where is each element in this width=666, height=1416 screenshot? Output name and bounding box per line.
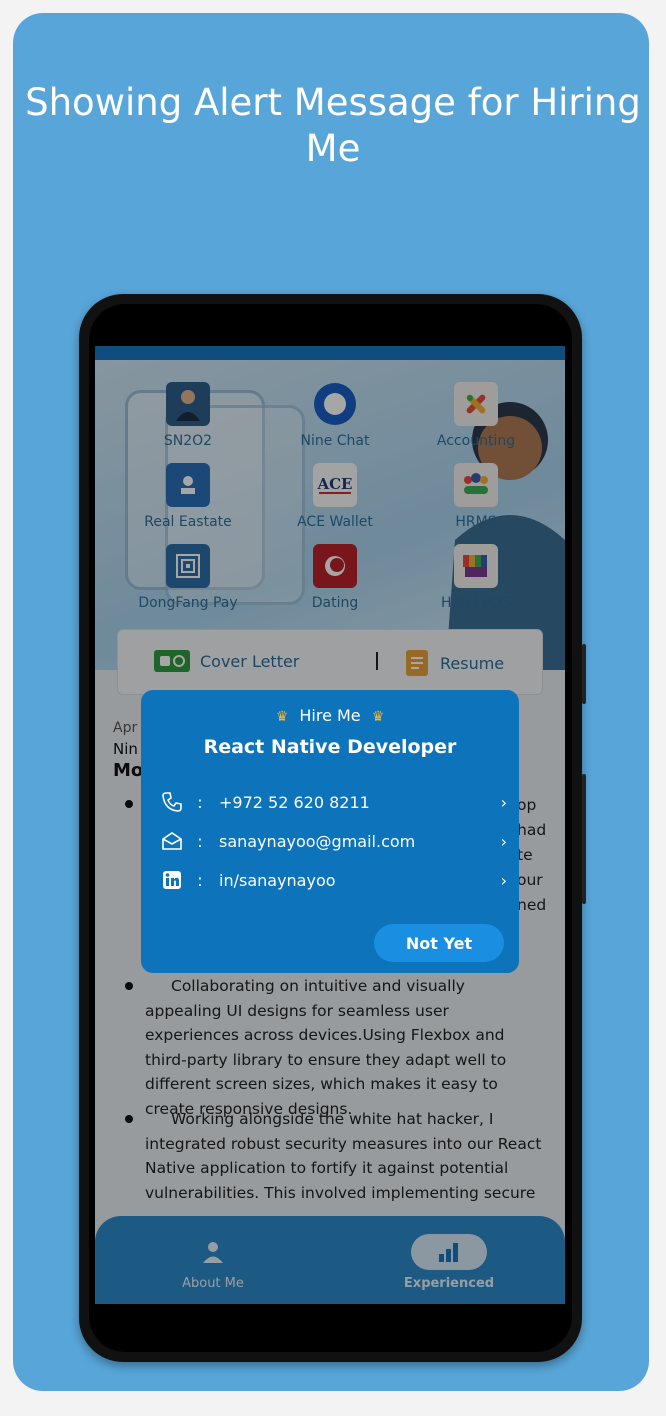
phone-number: +972 52 620 8211: [219, 792, 370, 812]
page-headline: Showing Alert Message for Hiring Me: [25, 81, 641, 170]
chevron-right-icon: ›: [500, 792, 507, 812]
email-contact-row[interactable]: : sanaynayoo@gmail.com ›: [159, 826, 507, 856]
separator-colon: :: [197, 792, 203, 812]
phone-contact-row[interactable]: : +972 52 620 8211 ›: [159, 787, 507, 817]
dialog-subtitle: ♛ Hire Me ♛: [141, 706, 519, 725]
email-icon: [159, 830, 185, 852]
email-address: sanaynayoo@gmail.com: [219, 831, 416, 851]
chevron-right-icon: ›: [500, 870, 507, 890]
crown-icon: ♛: [371, 709, 385, 725]
separator-colon: :: [197, 831, 203, 851]
linkedin-contact-row[interactable]: : in/sanaynayoo ›: [159, 865, 507, 895]
not-yet-button[interactable]: Not Yet: [374, 924, 504, 962]
phone-icon: [159, 791, 185, 813]
hire-me-dialog: ♛ Hire Me ♛ React Native Developer : +97…: [141, 690, 519, 973]
chevron-right-icon: ›: [500, 831, 507, 851]
dialog-title: React Native Developer: [203, 736, 457, 758]
dialog-subtitle-text: Hire Me: [299, 706, 361, 725]
separator-colon: :: [197, 870, 203, 890]
linkedin-icon: [159, 869, 185, 891]
volume-button: [582, 644, 586, 704]
linkedin-handle: in/sanaynayoo: [219, 870, 336, 890]
power-button: [582, 774, 586, 904]
crown-icon: ♛: [275, 709, 289, 725]
